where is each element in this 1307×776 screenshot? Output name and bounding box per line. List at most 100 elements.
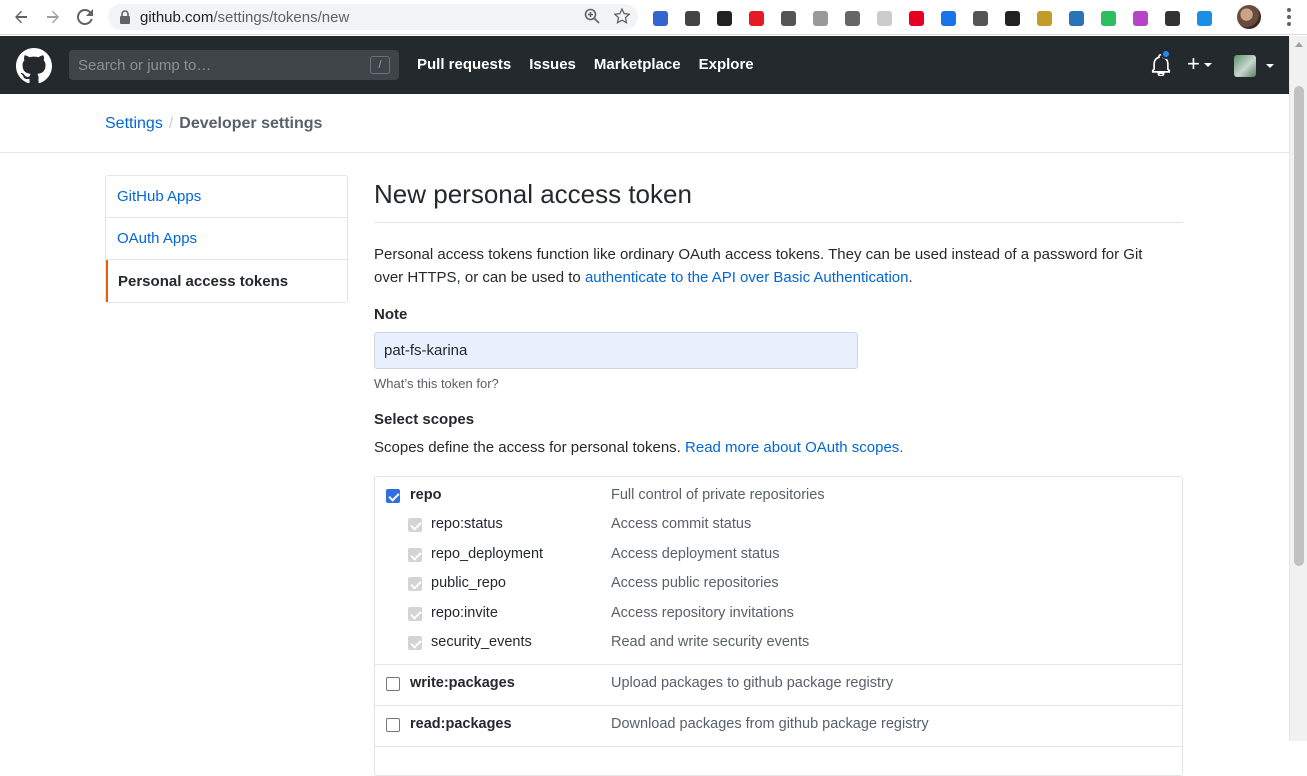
acrobat-icon[interactable]	[744, 6, 768, 30]
github-logo-icon[interactable]	[16, 48, 52, 84]
main-content: New personal access token Personal acces…	[374, 175, 1183, 776]
sub-scope-row: security_events Read and write security e…	[375, 628, 1182, 658]
sub-scope-description: Access commit status	[611, 516, 752, 532]
scope-name: repo	[410, 487, 442, 503]
scrollbar-thumb[interactable]	[1294, 86, 1304, 566]
nav-explore[interactable]: Explore	[699, 56, 754, 73]
nav-issues[interactable]: Issues	[529, 56, 576, 73]
nav-pull-requests[interactable]: Pull requests	[417, 56, 511, 73]
magnifier-icon-glyph	[1068, 10, 1084, 26]
back-button[interactable]	[6, 2, 36, 32]
chrome-menu-icon[interactable]	[1287, 8, 1291, 29]
pushpin-icon-glyph	[1004, 10, 1020, 26]
create-new-button[interactable]: +	[1187, 53, 1212, 75]
scope-checkbox[interactable]	[386, 676, 400, 691]
url-path: /settings/tokens/new	[213, 8, 350, 26]
address-bar[interactable]: github.com/settings/tokens/new	[108, 4, 638, 30]
pushpin-icon[interactable]	[1000, 6, 1024, 30]
sub-scope-checkbox[interactable]	[408, 518, 422, 532]
reload-button[interactable]	[70, 2, 100, 32]
sync-icon-glyph	[780, 10, 796, 26]
page-scrollbar[interactable]	[1289, 36, 1307, 741]
evernote-icon[interactable]	[1096, 6, 1120, 30]
scanner-icon[interactable]	[1032, 6, 1056, 30]
header-nav: Pull requests Issues Marketplace Explore	[417, 56, 754, 73]
sub-scope-row: repo:status Access commit status	[375, 510, 1182, 540]
acrobat-icon-glyph	[748, 10, 764, 26]
sidebar-item-oauth-apps[interactable]: OAuth Apps	[106, 218, 347, 260]
arrow-left-icon	[15, 10, 27, 24]
scope-group: read:packages Download packages from gith…	[375, 706, 1182, 747]
pinterest-icon[interactable]	[904, 6, 928, 30]
scopes-list: repo Full control of private repositories…	[374, 476, 1183, 776]
reload-icon	[77, 9, 93, 25]
window-icon-glyph	[716, 10, 732, 26]
scope-checkbox[interactable]	[386, 489, 400, 503]
sub-scope-row: repo:invite Access repository invitations	[375, 599, 1182, 629]
star-icon[interactable]	[614, 8, 630, 24]
pocket-icon-glyph	[844, 10, 860, 26]
user-avatar[interactable]	[1234, 55, 1256, 77]
breadcrumb-separator: /	[168, 115, 174, 132]
sub-scope-description: Access public repositories	[611, 575, 779, 591]
sidebar-item-github-apps[interactable]: GitHub Apps	[106, 176, 347, 218]
scope-group: write:packages Upload packages to github …	[375, 665, 1182, 706]
blank-icon-glyph	[876, 10, 892, 26]
clock-icon[interactable]	[936, 6, 960, 30]
search-shortcut-badge: /	[370, 56, 390, 74]
cube-icon[interactable]	[1192, 6, 1216, 30]
sub-scope-description: Access deployment status	[611, 545, 780, 562]
breadcrumb-settings-link[interactable]: Settings	[105, 115, 163, 132]
sidebar-item-personal-access-tokens[interactable]: Personal access tokens	[106, 260, 347, 302]
cast-icon[interactable]	[808, 6, 832, 30]
scope-row: repo Full control of private repositories	[375, 481, 1182, 510]
pin-icon-glyph	[972, 10, 988, 26]
nav-marketplace[interactable]: Marketplace	[594, 56, 681, 73]
blank-icon[interactable]	[872, 6, 896, 30]
cast-icon-glyph	[812, 10, 828, 26]
sub-scope-checkbox[interactable]	[408, 606, 422, 621]
note-input[interactable]: pat-fs-karina	[374, 332, 858, 369]
page-title: New personal access token	[374, 179, 1183, 223]
scope-name: read:packages	[410, 715, 512, 732]
pinterest-icon-glyph	[908, 10, 924, 26]
magnifier-icon[interactable]	[1064, 6, 1088, 30]
intro-paragraph: Personal access tokens function like ord…	[374, 243, 1174, 289]
url-host: github.com	[140, 8, 214, 26]
cube-icon-glyph	[1196, 10, 1212, 26]
window-icon[interactable]	[712, 6, 736, 30]
screenshot-icon[interactable]	[1160, 6, 1184, 30]
scope-name: write:packages	[410, 674, 515, 691]
scope-row: read:packages Download packages from gith…	[375, 710, 1182, 739]
oauth-scopes-link[interactable]: Read more about OAuth scopes.	[685, 439, 903, 456]
bag-icon-glyph	[1132, 10, 1148, 26]
sub-scope-name: repo_deployment	[431, 545, 544, 562]
pocket-icon[interactable]	[840, 6, 864, 30]
lastpass-icon[interactable]	[648, 6, 672, 30]
browser-toolbar: github.com/settings/tokens/new	[0, 0, 1307, 35]
forward-button[interactable]	[38, 2, 68, 32]
profile-avatar[interactable]	[1237, 5, 1261, 29]
sub-scope-checkbox[interactable]	[408, 547, 422, 562]
lock-icon	[120, 10, 130, 24]
scroll-up-icon[interactable]	[1295, 42, 1303, 47]
note-hint: What’s this token for?	[374, 376, 499, 391]
pin-icon[interactable]	[968, 6, 992, 30]
bag-icon[interactable]	[1128, 6, 1152, 30]
scope-checkbox[interactable]	[386, 717, 400, 732]
lastpass-icon-glyph	[652, 10, 668, 26]
breadcrumb-current: Developer settings	[179, 115, 323, 132]
zoom-icon[interactable]	[584, 8, 600, 24]
sub-scope-checkbox[interactable]	[408, 577, 422, 591]
privacy-badger-icon[interactable]	[680, 6, 704, 30]
search-placeholder: Search or jump to…	[78, 56, 212, 74]
sync-icon[interactable]	[776, 6, 800, 30]
basic-auth-link[interactable]: authenticate to the API over Basic Authe…	[585, 269, 909, 286]
scopes-description: Scopes define the access for personal to…	[374, 439, 1183, 456]
sub-scope-checkbox[interactable]	[408, 636, 422, 650]
scope-description: Upload packages to github package regist…	[611, 674, 894, 691]
sub-scope-name: repo:status	[431, 516, 503, 532]
avatar-caret-icon[interactable]	[1266, 64, 1274, 68]
privacy-badger-icon-glyph	[684, 10, 700, 26]
search-input[interactable]: Search or jump to… /	[69, 50, 399, 80]
